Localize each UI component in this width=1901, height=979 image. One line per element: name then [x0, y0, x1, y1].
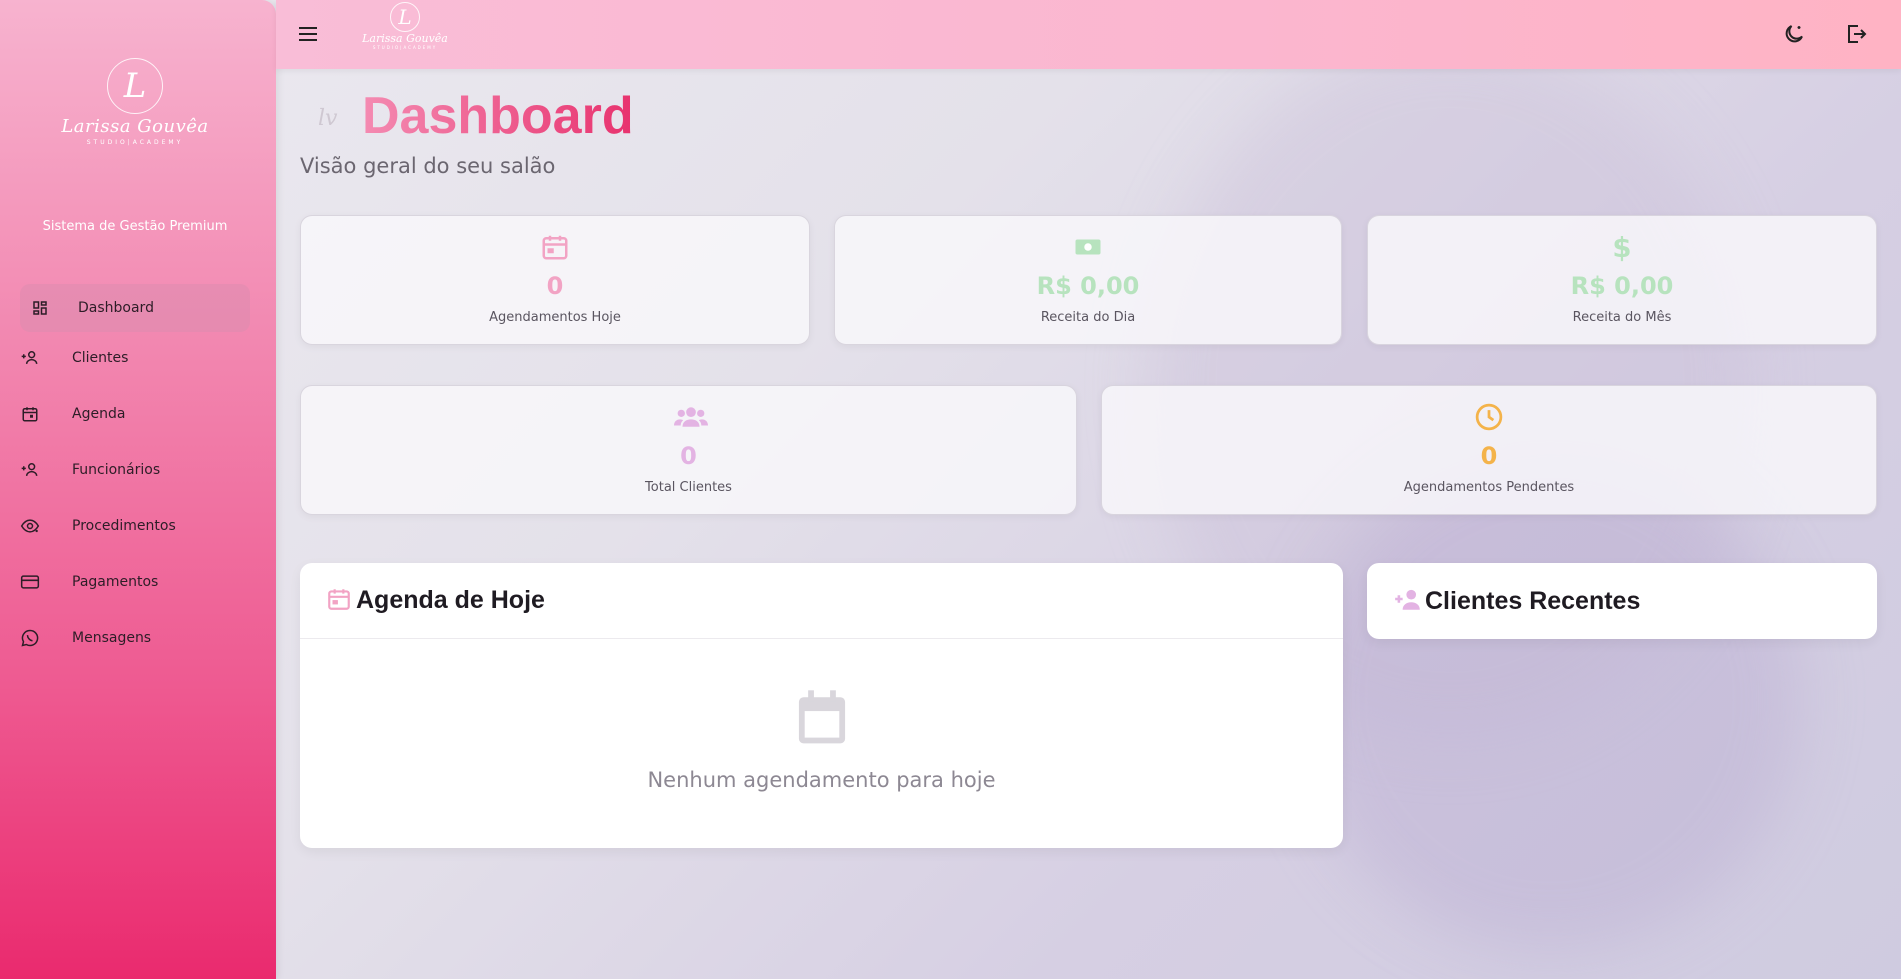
brand-name: Larissa Gouvêa: [362, 32, 448, 45]
sidebar-item-label: Agenda: [72, 406, 126, 422]
stat-value: R$ 0,00: [1570, 272, 1674, 300]
stat-label: Agendamentos Pendentes: [1403, 480, 1575, 495]
empty-state-message: Nenhum agendamento para hoje: [647, 768, 996, 792]
sidebar-item-pagamentos[interactable]: Pagamentos: [20, 558, 250, 606]
panel-header: Agenda de Hoje: [300, 563, 1343, 639]
eye-sparkle-icon: [20, 516, 40, 536]
sidebar-item-label: Procedimentos: [72, 518, 176, 534]
person-add-icon: [1393, 586, 1423, 616]
stat-card-total-clientes: 0 Total Clientes: [300, 385, 1077, 515]
calendar-icon: [326, 586, 352, 616]
calendar-empty-icon: [794, 688, 850, 748]
stat-card-agendamentos-hoje: 0 Agendamentos Hoje: [300, 215, 810, 345]
sidebar-item-clientes[interactable]: Clientes: [20, 334, 250, 382]
sidebar-item-label: Dashboard: [78, 300, 154, 316]
brand-logo: L Larissa Gouvêa STUDIO|ACADEMY: [60, 58, 210, 158]
whatsapp-icon: [20, 628, 40, 648]
clientes-recentes-panel: Clientes Recentes: [1367, 563, 1877, 639]
system-subtitle: Sistema de Gestão Premium: [42, 219, 228, 234]
logout-icon[interactable]: [1844, 22, 1868, 46]
hamburger-icon[interactable]: [296, 22, 320, 46]
panel-title: Agenda de Hoje: [356, 586, 545, 614]
sidebar-item-agenda[interactable]: Agenda: [20, 390, 250, 438]
page-title-logo-icon: lv: [318, 106, 338, 131]
sidebar-item-procedimentos[interactable]: Procedimentos: [20, 502, 250, 550]
calendar-icon: [540, 232, 570, 262]
stat-card-receita-dia: R$ 0,00 Receita do Dia: [834, 215, 1342, 345]
svg-text:$: $: [1612, 232, 1631, 262]
dashboard-icon: [30, 298, 50, 318]
page-subtitle: Visão geral do seu salão: [300, 154, 556, 178]
panel-header: Clientes Recentes: [1367, 563, 1877, 639]
brand-name: Larissa Gouvêa: [61, 116, 209, 137]
person-add-icon: [20, 348, 40, 368]
stat-label: Total Clientes: [645, 480, 732, 495]
background-photo-shade: [1300, 450, 1800, 950]
sidebar-item-label: Pagamentos: [72, 574, 159, 590]
stat-card-agendamentos-pendentes: 0 Agendamentos Pendentes: [1101, 385, 1877, 515]
sidebar-item-mensagens[interactable]: Mensagens: [20, 614, 250, 662]
agenda-hoje-panel: Agenda de Hoje Nenhum agendamento para h…: [300, 563, 1343, 848]
stat-label: Receita do Dia: [1040, 310, 1136, 325]
sidebar-item-dashboard[interactable]: Dashboard: [20, 284, 250, 332]
dollar-icon: $: [1607, 232, 1637, 264]
topbar-logo[interactable]: L Larissa Gouvêa STUDIO|ACADEMY: [360, 2, 450, 58]
sidebar: L Larissa Gouvêa STUDIO|ACADEMY Sistema …: [0, 0, 276, 979]
panel-title: Clientes Recentes: [1425, 586, 1641, 615]
topbar: L Larissa Gouvêa STUDIO|ACADEMY: [276, 0, 1901, 69]
stat-value: 0: [546, 272, 564, 300]
stat-value: 0: [1480, 442, 1498, 470]
page-title: Dashboard: [362, 87, 634, 145]
stat-value: R$ 0,00: [1036, 272, 1140, 300]
moon-icon[interactable]: [1782, 22, 1806, 46]
group-icon: [673, 402, 708, 432]
clock-icon: [1474, 402, 1504, 432]
sidebar-item-label: Clientes: [72, 350, 129, 366]
cash-icon: [1073, 232, 1103, 262]
credit-card-icon: [20, 572, 40, 592]
sidebar-item-funcionarios[interactable]: Funcionários: [20, 446, 250, 494]
stat-label: Receita do Mês: [1572, 310, 1672, 325]
stat-value: 0: [680, 442, 697, 470]
stat-card-receita-mes: $ R$ 0,00 Receita do Mês: [1367, 215, 1877, 345]
brand-tagline: STUDIO|ACADEMY: [86, 139, 184, 146]
brand-monogram: L: [390, 2, 420, 32]
sidebar-item-label: Mensagens: [72, 630, 152, 646]
person-add-icon: [20, 460, 40, 480]
calendar-icon: [20, 404, 40, 424]
sidebar-item-label: Funcionários: [72, 462, 161, 478]
brand-tagline: STUDIO|ACADEMY: [372, 45, 438, 50]
stat-label: Agendamentos Hoje: [489, 310, 621, 325]
brand-monogram: L: [107, 58, 163, 114]
